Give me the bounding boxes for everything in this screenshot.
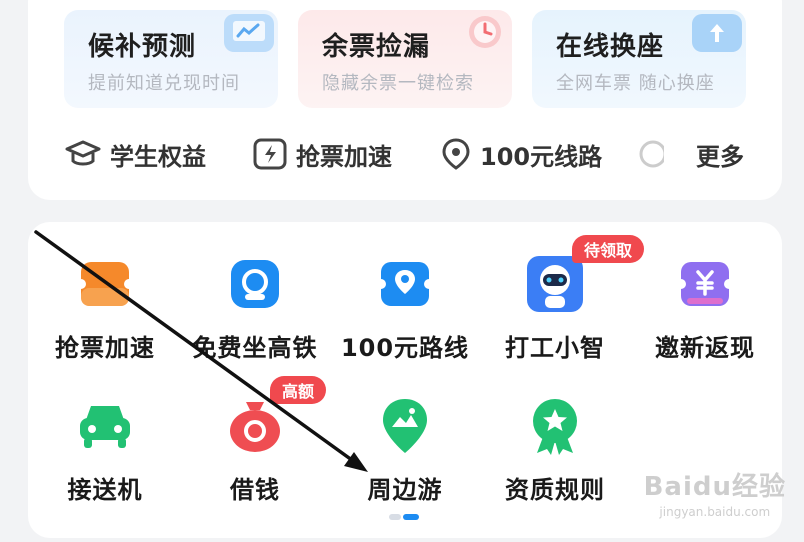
robot-assistant-icon: [525, 254, 585, 314]
location-pin-icon: [442, 138, 470, 170]
status-badge: 待领取: [572, 235, 645, 263]
map-pin-landscape-icon: [375, 396, 435, 456]
graduation-cap-icon: [65, 140, 101, 166]
car-icon: [75, 396, 135, 456]
grid-item-label: 免费坐高铁: [192, 334, 318, 362]
grid-item-airport-transfer[interactable]: 接送机: [40, 396, 170, 506]
quick-link-label: 抢票加速: [296, 142, 392, 171]
grid-item-label: 借钱: [230, 476, 280, 504]
watermark-main: Baidu经验: [643, 472, 786, 502]
grid-item-invite-cashback[interactable]: 邀新返现: [640, 254, 770, 364]
quick-link-ticket-boost[interactable]: 抢票加速: [252, 136, 392, 172]
money-bag-icon: [225, 396, 285, 456]
feature-card-waitlist-prediction[interactable]: 候补预测 提前知道兑现时间: [64, 10, 278, 108]
route-pin-icon: [375, 254, 435, 314]
cashback-icon: [675, 254, 735, 314]
grid-item-label: 接送机: [67, 476, 143, 504]
more-icon: [639, 140, 664, 168]
grid-item-label: 100元路线: [340, 334, 470, 362]
quick-link-100-route[interactable]: 100元线路: [440, 136, 602, 172]
grid-item-ticket-boost[interactable]: 抢票加速: [40, 254, 170, 364]
grid-item-label: 抢票加速: [55, 334, 155, 362]
lightning-ticket-icon: [253, 138, 287, 170]
feature-card-seat-change[interactable]: 在线换座 全网车票 随心换座: [532, 10, 746, 108]
grid-item-label: 打工小智: [505, 334, 605, 362]
grid-item-free-high-speed-rail[interactable]: 免费坐高铁: [190, 254, 320, 364]
status-badge: 高额: [270, 376, 327, 404]
grid-item-label: 资质规则: [505, 476, 605, 504]
grid-item-100-route[interactable]: 100元路线: [340, 254, 470, 364]
feature-subtitle: 隐藏余票一键检索: [322, 73, 474, 94]
feature-subtitle: 提前知道兑现时间: [88, 73, 240, 94]
watermark: Baidu经验 jingyan.baidu.com: [644, 466, 786, 519]
train-icon: [225, 254, 285, 314]
watermark-sub: jingyan.baidu.com: [659, 505, 771, 519]
quick-link-student-benefits[interactable]: 学生权益: [64, 136, 206, 172]
qualification-badge-icon: [525, 396, 585, 456]
quick-link-label: 更多: [696, 142, 744, 171]
page-dot-inactive: [389, 514, 401, 520]
grid-item-borrow-money[interactable]: 借钱: [190, 396, 320, 506]
quick-link-label: 100元线路: [480, 142, 603, 171]
page-dot-active: [403, 514, 419, 520]
page-indicator: [389, 514, 419, 520]
grid-item-label: 邀新返现: [655, 334, 755, 362]
grid-item-assistant[interactable]: 打工小智: [490, 254, 620, 364]
ticket-boost-icon: [75, 254, 135, 314]
grid-item-qualification-rules[interactable]: 资质规则: [490, 396, 620, 506]
feature-card-leftover-tickets[interactable]: 余票捡漏 隐藏余票一键检索: [298, 10, 512, 108]
quick-link-label: 学生权益: [110, 142, 206, 171]
grid-item-nearby-travel[interactable]: 周边游: [340, 396, 470, 506]
grid-item-label: 周边游: [367, 476, 443, 504]
swap-seat-icon: [692, 14, 742, 52]
quick-link-more[interactable]: 更多: [636, 136, 744, 172]
chart-monitor-icon: [224, 14, 274, 52]
clock-icon: [458, 14, 508, 52]
feature-subtitle: 全网车票 随心换座: [556, 73, 715, 94]
